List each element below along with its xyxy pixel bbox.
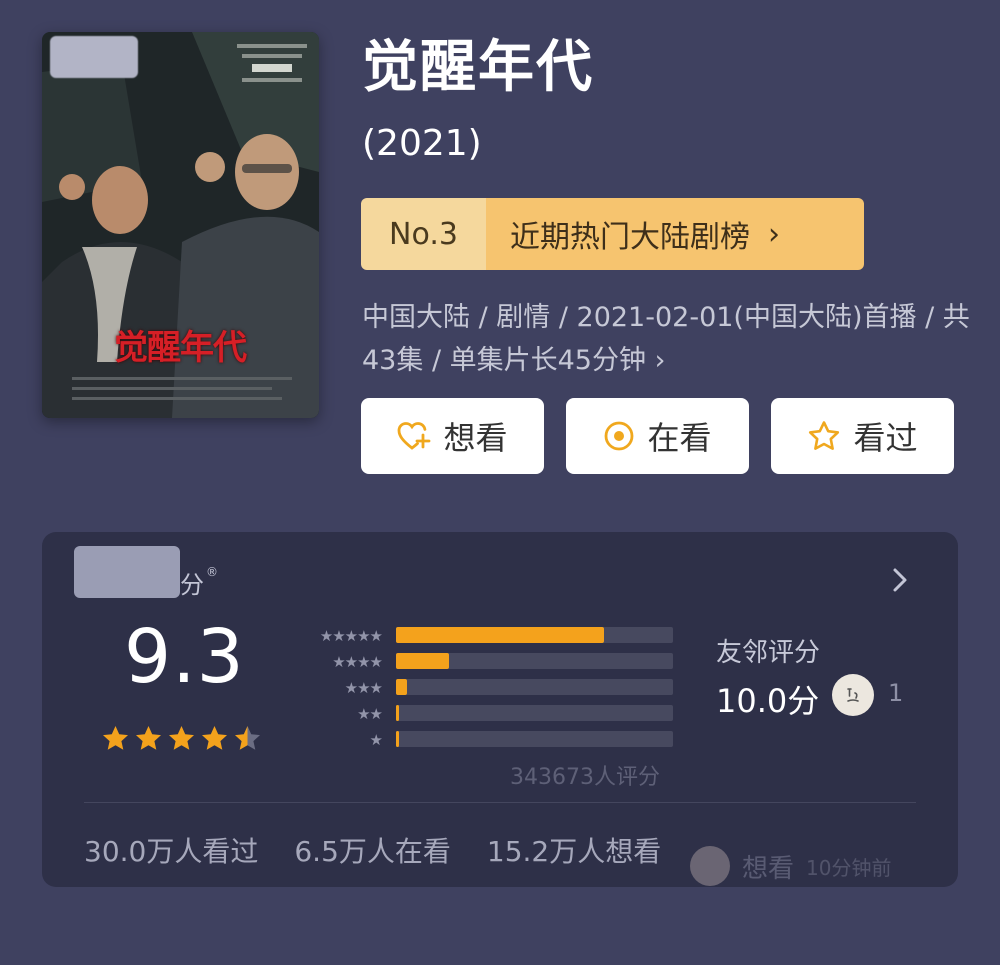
watched-count[interactable]: 30.0万人看过 xyxy=(84,830,258,870)
rating-card: 分 ® 9.3 ★★★★★ ★★★★ ★★★ ★★ ★ 343673人评分 友邻评分 10… xyxy=(42,532,958,887)
distribution-stars-label: ★ xyxy=(369,731,383,749)
rank-number: No.3 xyxy=(361,198,486,270)
star-icon xyxy=(103,726,128,750)
want-to-watch-button[interactable]: 想看 xyxy=(361,398,544,474)
rank-label-wrap: 近期热门大陆剧榜 › xyxy=(486,198,864,270)
distribution-bar-track xyxy=(396,627,673,643)
star-icon xyxy=(136,726,161,750)
action-buttons: 想看 在看 看过 xyxy=(361,398,954,474)
distribution-stars-label: ★★ xyxy=(357,705,383,723)
rank-label: 近期热门大陆剧榜 xyxy=(510,220,750,255)
page-title: 觉醒年代 xyxy=(362,35,594,100)
rating-stars xyxy=(100,724,263,752)
star-outline-icon xyxy=(809,421,840,450)
want-to-watch-label: 想看 xyxy=(443,419,508,457)
friend-rating-label: 友邻评分 xyxy=(716,638,821,668)
release-year: (2021) xyxy=(362,123,482,164)
rating-score: 9.3 xyxy=(124,614,245,700)
star-icon xyxy=(169,726,194,750)
activity-toast: 想看 10分钟前 xyxy=(690,846,891,886)
distribution-bar-track xyxy=(396,731,673,747)
heart-plus-icon xyxy=(398,422,431,450)
watching-button[interactable]: 在看 xyxy=(566,398,749,474)
avatar xyxy=(690,846,730,886)
star-icon xyxy=(235,726,260,750)
distribution-stars-label: ★★★★★ xyxy=(319,627,383,645)
friend-avatar[interactable] xyxy=(832,674,874,716)
poster-image[interactable]: 觉醒年代 xyxy=(42,32,319,418)
distribution-bar-fill xyxy=(396,627,604,643)
distribution-bar-track xyxy=(396,653,673,669)
watching-count[interactable]: 6.5万人在看 xyxy=(294,830,451,870)
distribution-bar-fill xyxy=(396,731,399,747)
watch-stats: 30.0万人看过 6.5万人在看 15.2万人想看 xyxy=(84,830,661,870)
activity-time: 10分钟前 xyxy=(806,855,892,880)
redacted-logo xyxy=(50,36,138,78)
rating-brand-label: 分 ® xyxy=(180,565,218,600)
distribution-bar-fill xyxy=(396,653,449,669)
redacted-brand xyxy=(74,546,180,598)
rating-brand-suffix: 分 xyxy=(180,571,204,599)
distribution-bar-fill xyxy=(396,679,407,695)
chevron-right-icon: › xyxy=(654,345,666,376)
watching-label: 在看 xyxy=(647,419,712,457)
divider xyxy=(84,802,916,803)
registered-mark: ® xyxy=(206,565,218,579)
watched-button[interactable]: 看过 xyxy=(771,398,954,474)
chevron-right-icon: › xyxy=(768,216,780,252)
rank-banner[interactable]: No.3 近期热门大陆剧榜 › xyxy=(361,198,864,270)
friend-rating-score: 10.0分 xyxy=(716,682,820,720)
poster-title: 觉醒年代 xyxy=(114,328,247,368)
want-count[interactable]: 15.2万人想看 xyxy=(487,830,661,870)
distribution-stars-label: ★★★ xyxy=(344,679,383,697)
meta-text: 中国大陆 / 剧情 / 2021-02-01(中国大陆)首播 / 共43集 / … xyxy=(362,302,970,376)
distribution-bar-track xyxy=(396,705,673,721)
avatar-glyph-icon xyxy=(847,688,859,702)
watched-label: 看过 xyxy=(853,419,918,457)
chevron-right-icon[interactable] xyxy=(890,566,910,594)
friend-rating-count: 1 xyxy=(888,679,904,707)
activity-text: 想看 xyxy=(742,853,795,884)
distribution-bar-track xyxy=(396,679,673,695)
distribution-bar-fill xyxy=(396,705,399,721)
rating-count: 343673人评分 xyxy=(510,765,660,790)
target-icon xyxy=(605,421,634,451)
distribution-stars-label: ★★★★ xyxy=(332,653,383,671)
star-icon xyxy=(202,726,227,750)
meta-info[interactable]: 中国大陆 / 剧情 / 2021-02-01(中国大陆)首播 / 共43集 / … xyxy=(362,296,972,382)
